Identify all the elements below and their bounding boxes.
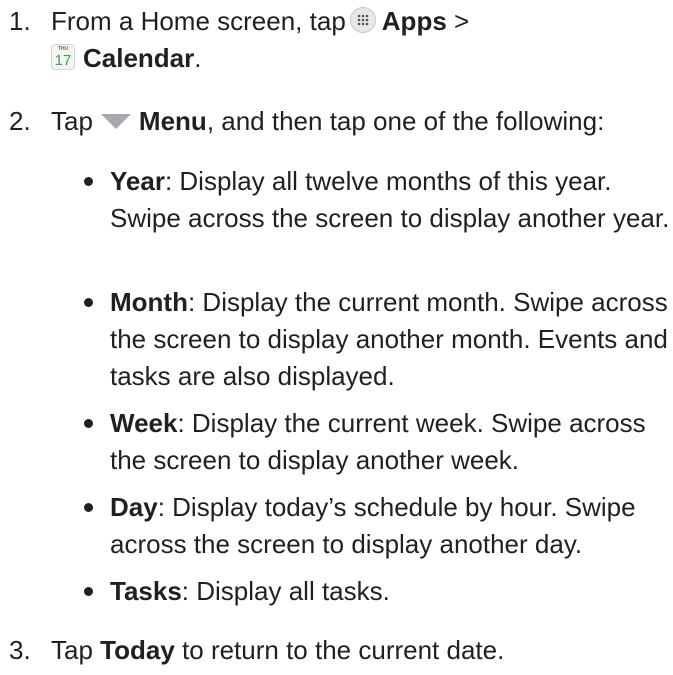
apps-grid-icon bbox=[349, 7, 376, 34]
option-desc: : Display the current week. Swipe across… bbox=[110, 408, 646, 475]
option-text: Month: Display the current month. Swipe … bbox=[110, 284, 670, 395]
option-term: Day bbox=[110, 492, 158, 522]
option-desc: : Display all tasks. bbox=[181, 576, 390, 606]
calendar-icon-day: 17 bbox=[54, 52, 72, 70]
option-term: Year bbox=[110, 166, 165, 196]
step-prefix: From a Home screen, tap bbox=[51, 6, 346, 36]
option-text: Week: Display the current week. Swipe ac… bbox=[110, 405, 670, 479]
step-text: From a Home screen, tap Apps > THU 17 Calend… bbox=[51, 3, 671, 77]
step-suffix: to return to the current date. bbox=[182, 635, 505, 665]
calendar-label: Calendar bbox=[83, 43, 195, 73]
step-prefix: Tap bbox=[51, 635, 93, 665]
instructions-page: 1. From a Home screen, tap Apps > THU 17 Cal… bbox=[0, 0, 673, 675]
option-desc: : Display today’s schedule by hour. Swip… bbox=[110, 492, 636, 559]
option-term: Tasks bbox=[110, 576, 182, 606]
option-term: Week bbox=[110, 408, 178, 438]
bullet-dot bbox=[84, 298, 93, 307]
menu-label: Menu bbox=[138, 106, 207, 136]
option-text: Tasks: Display all tasks. bbox=[110, 573, 670, 610]
bullet-dot bbox=[84, 177, 93, 186]
step-text: Tap Menu, and then tap one of the followi… bbox=[51, 103, 671, 142]
option-desc: : Display the current month. Swipe acros… bbox=[110, 287, 668, 391]
option-term: Month bbox=[110, 287, 188, 317]
step-number: 3. bbox=[9, 635, 31, 665]
bullet-dot bbox=[84, 419, 93, 428]
period: . bbox=[194, 43, 202, 73]
option-text: Year: Display all twelve months of this … bbox=[110, 163, 670, 237]
apps-label: Apps bbox=[381, 6, 447, 36]
today-label: Today bbox=[100, 635, 175, 665]
step-prefix: Tap bbox=[51, 106, 93, 136]
menu-triangle-icon bbox=[100, 103, 131, 140]
step-number: 1. bbox=[9, 6, 31, 36]
separator: > bbox=[454, 6, 470, 36]
step-suffix: , and then tap one of the following: bbox=[206, 106, 605, 136]
calendar-icon: THU 17 bbox=[51, 44, 75, 71]
step-text: Tap Today to return to the current date. bbox=[51, 632, 671, 669]
bullet-dot bbox=[84, 503, 93, 512]
option-desc: : Display all twelve months of this year… bbox=[110, 166, 670, 233]
bullet-dot bbox=[84, 587, 93, 596]
option-text: Day: Display today’s schedule by hour. S… bbox=[110, 489, 670, 563]
step-number: 2. bbox=[9, 106, 31, 136]
